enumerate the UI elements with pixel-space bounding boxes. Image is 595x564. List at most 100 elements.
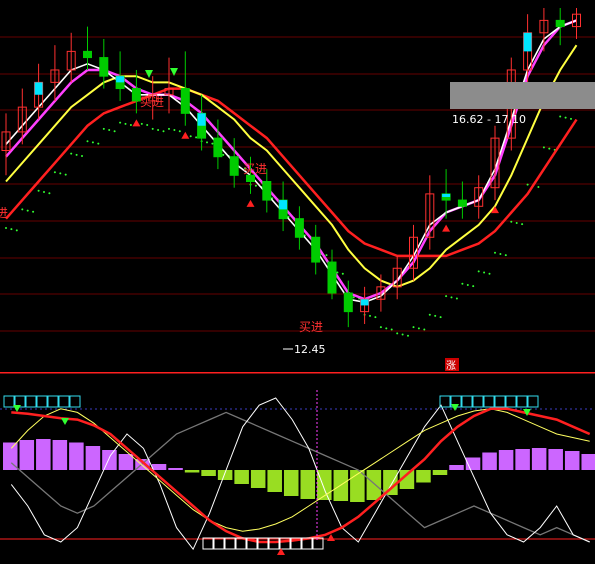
stock-chart: 16.62 - 17.10 12.45 买进 买进 买进 进 涨 <box>0 8 595 555</box>
histogram-bar <box>184 470 200 473</box>
dot-point <box>151 127 154 130</box>
dot-point <box>341 272 344 275</box>
dot-point <box>124 122 127 125</box>
dot-point <box>407 334 409 337</box>
candle-highlight <box>197 113 206 126</box>
dot-point <box>461 282 464 285</box>
dot-point <box>434 314 437 317</box>
histogram-bar <box>85 446 101 470</box>
dot-point <box>108 129 111 132</box>
candle-body <box>311 236 321 263</box>
bottom-signal-box <box>312 537 324 550</box>
dot-point <box>129 124 132 127</box>
dot-point <box>379 326 382 329</box>
dot-point <box>70 152 73 155</box>
candle-body <box>246 174 255 183</box>
dot-point <box>499 252 502 255</box>
dot-point <box>559 115 562 118</box>
histogram-bar <box>168 468 183 470</box>
dot-point <box>119 121 122 124</box>
dot-point <box>48 192 51 195</box>
histogram-bar <box>383 470 398 495</box>
dot-point <box>570 117 572 120</box>
indicator-subpanel <box>0 390 595 555</box>
candle-highlight <box>360 299 369 306</box>
dot-point <box>168 127 170 130</box>
edge-signal-label: 进 <box>0 206 8 220</box>
histogram-bar <box>515 449 530 470</box>
histogram-bar <box>564 451 580 470</box>
dot-point <box>521 223 524 226</box>
dot-point <box>472 285 475 288</box>
bottom-signal-box <box>213 537 225 550</box>
candle-highlight <box>523 32 532 52</box>
top-signal-box <box>527 395 539 408</box>
dot-point <box>439 316 442 319</box>
low-price-label: 12.45 <box>294 343 326 356</box>
histogram-bar <box>416 470 431 483</box>
histogram-bar <box>36 439 51 470</box>
dot-point <box>59 172 62 175</box>
sub-down-arrow-1 <box>61 418 69 425</box>
histogram-bar <box>482 452 497 470</box>
dot-point <box>488 272 491 275</box>
dot-point <box>75 153 78 156</box>
candle-body <box>294 218 304 238</box>
histogram-bar <box>581 454 595 470</box>
histogram-bar <box>300 470 316 499</box>
candle-body <box>555 19 565 28</box>
dot-point <box>102 127 105 130</box>
dot-point <box>206 141 208 144</box>
candle-highlight <box>279 200 288 210</box>
dot-point <box>37 189 40 192</box>
dot-point <box>542 146 545 149</box>
dot-point <box>374 316 377 319</box>
panel-separator <box>0 372 595 374</box>
dot-point <box>548 147 551 150</box>
dot-point <box>43 190 45 193</box>
dot-point <box>97 142 100 145</box>
dot-point <box>483 271 486 274</box>
top-signal-box <box>494 395 506 408</box>
top-signal-box <box>36 395 48 408</box>
dot-point <box>211 142 214 145</box>
candle-body <box>180 88 190 114</box>
top-signal-box <box>461 395 473 408</box>
dot-point <box>113 130 116 133</box>
dot-point <box>396 332 399 335</box>
histogram-bar <box>366 470 382 500</box>
top-signal-box <box>472 395 484 408</box>
candle-body <box>99 57 109 77</box>
dot-point <box>423 328 426 331</box>
histogram-bar <box>250 470 266 488</box>
dot-point <box>466 283 469 286</box>
top-signal-box <box>25 395 37 408</box>
dot-point <box>515 221 518 224</box>
candle-body <box>327 261 337 294</box>
candle-highlight <box>442 193 451 197</box>
histogram-bar <box>498 450 514 470</box>
dot-point <box>162 130 165 133</box>
dot-point <box>455 297 458 300</box>
buy-signal-label-2: 买进 <box>299 320 323 334</box>
dot-point <box>564 116 567 119</box>
dot-point <box>146 124 149 127</box>
bottom-signal-box <box>279 537 291 550</box>
dot-point <box>173 129 176 132</box>
histogram-bar <box>102 450 117 470</box>
dot-point <box>526 183 529 186</box>
dot-point <box>537 185 540 188</box>
dot-point <box>477 270 480 273</box>
dot-point <box>385 327 388 330</box>
range-label: 16.62 - 17.10 <box>452 113 526 126</box>
dot-point <box>412 326 415 329</box>
candle-highlight <box>116 76 125 83</box>
dot-point <box>53 171 56 174</box>
bottom-signal-box <box>224 537 236 550</box>
histogram-bar <box>19 440 35 470</box>
sub-up-arrow-1 <box>327 534 335 541</box>
dot-point <box>189 135 192 138</box>
histogram-bar <box>234 470 249 484</box>
histogram-bar <box>267 470 282 492</box>
dot-point <box>64 173 67 176</box>
